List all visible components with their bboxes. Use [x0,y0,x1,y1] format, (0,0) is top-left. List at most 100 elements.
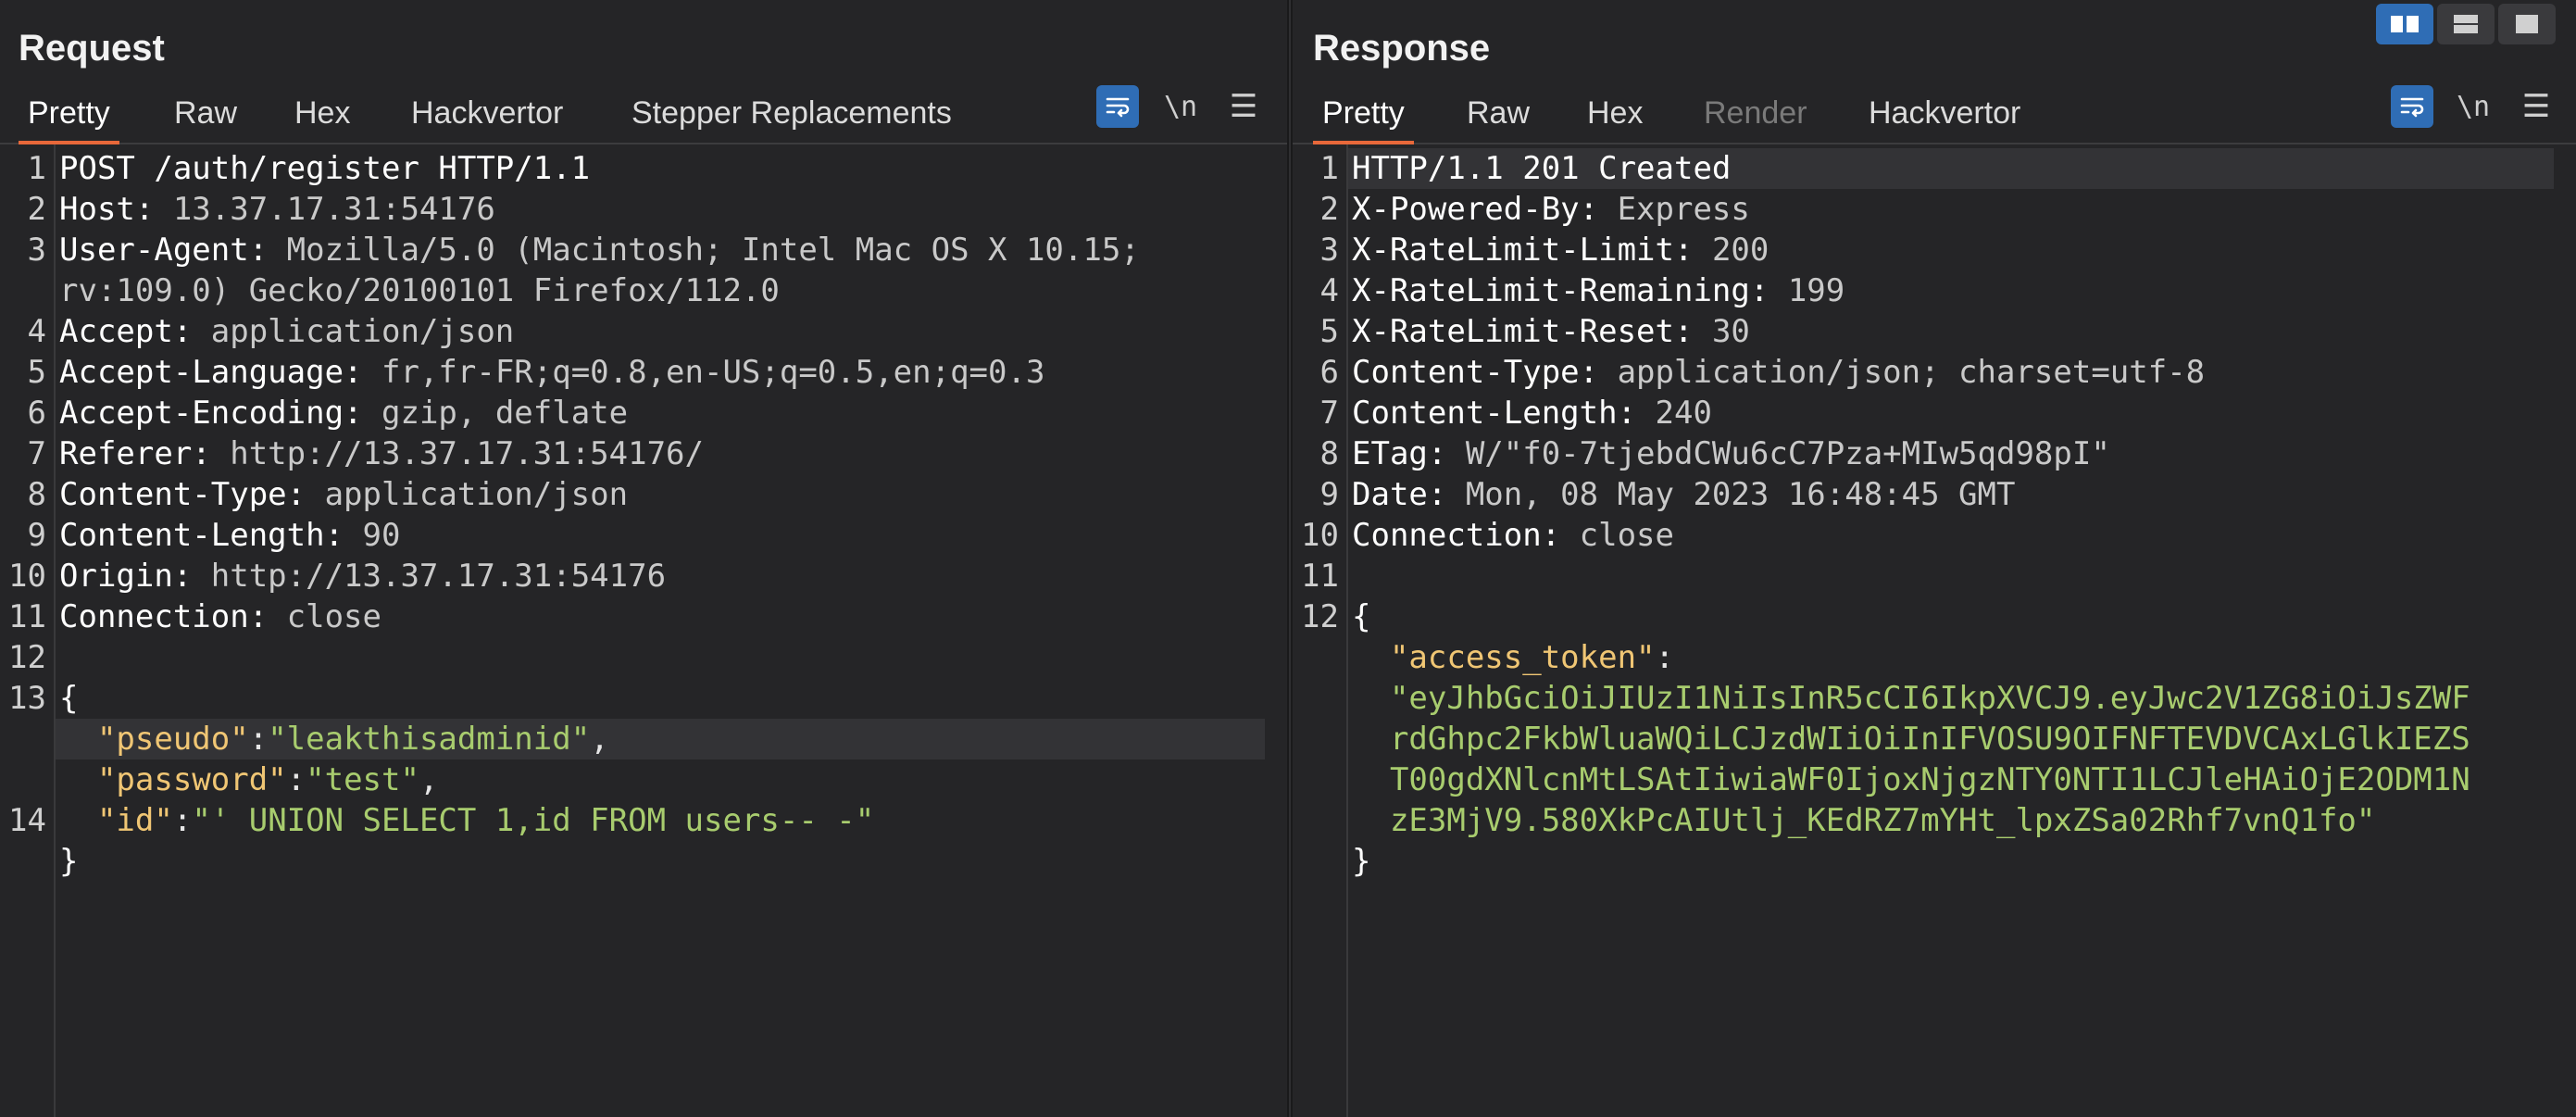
code-line: 2 X-Powered-By: Express [1293,189,2576,230]
code-line: 7 Referer: http://13.37.17.31:54176/ [0,433,1287,474]
code-line: 4 X-RateLimit-Remaining: 199 [1293,270,2576,311]
line-text: "pseudo":"leakthisadminid", [59,719,609,759]
header-name: ETag: [1352,435,1466,472]
code-line: rv:109.0) Gecko/20100101 Firefox/112.0 [0,270,1287,311]
line-text: X-RateLimit-Remaining: 199 [1352,270,1844,311]
response-tab-pretty[interactable]: Pretty [1313,93,1414,144]
line-text: "eyJhbGciOiJIUzI1NiIsInR5cCI6IkpXVCJ9.ey… [1352,678,2470,719]
header-value: Express [1617,191,1750,228]
header-name: } [59,843,79,880]
json-value: T00gdXNlcnMtLSAtIiwiaWF0IjoxNjgzNTY0NTI1… [1352,761,2470,798]
layout-tabs-icon[interactable] [2498,4,2556,44]
line-number: 12 [8,639,46,676]
line-text: { [1352,596,1370,637]
header-name: Origin: [59,558,211,595]
line-text: Origin: http://13.37.17.31:54176 [59,556,666,596]
code-line: 5 X-RateLimit-Reset: 30 [1293,311,2576,352]
line-number: 11 [1301,558,1339,595]
json-punctuation: , [419,761,439,798]
request-editor[interactable]: 1 POST /auth/register HTTP/1.1 2 Host: 13.3… [0,144,1287,1117]
request-menu-icon[interactable]: ☰ [1222,85,1265,128]
code-line: "password":"test", [0,759,1287,800]
line-text: Content-Type: application/json [59,474,628,515]
line-text: X-Powered-By: Express [1352,189,1750,230]
header-value: Mon, 08 May 2023 16:48:45 GMT [1465,476,2016,513]
line-number: 1 [27,150,46,187]
code-line: T00gdXNlcnMtLSAtIiwiaWF0IjoxNjgzNTY0NTI1… [1293,759,2576,800]
line-number: 7 [27,435,46,472]
response-wrap-lines-icon[interactable] [2391,85,2433,128]
line-text: { [59,678,78,719]
line-text: ETag: W/"f0-7tjebdCWu6cC7Pza+MIw5qd98pI" [1352,433,2110,474]
json-value: rdGhpc2FkbWluaWQiLCJzdWIiOiInIFVOSU9OIFN… [1352,721,2470,758]
request-pane: Request Pretty Raw Hex Hackvertor Steppe… [0,0,1287,1117]
line-text: X-RateLimit-Reset: 30 [1352,311,1750,352]
json-key: "pseudo" [59,721,249,758]
header-value: gzip, deflate [381,395,629,432]
header-value: 13.37.17.31:54176 [172,191,495,228]
header-name: X-RateLimit-Reset: [1352,313,1712,350]
line-number: 9 [27,517,46,554]
request-tab-hex[interactable]: Hex [285,93,359,133]
code-line: rdGhpc2FkbWluaWQiLCJzdWIiOiInIFVOSU9OIFN… [1293,719,2576,759]
request-show-newlines-button[interactable]: \n [1159,85,1202,128]
layout-stacked-icon[interactable] [2437,4,2495,44]
response-menu-icon[interactable]: ☰ [2515,85,2557,128]
header-value: 240 [1655,395,1712,432]
code-line: 2 Host: 13.37.17.31:54176 [0,189,1287,230]
header-value: 200 [1711,232,1769,269]
header-value: close [286,598,381,635]
line-text: rv:109.0) Gecko/20100101 Firefox/112.0 [59,270,780,311]
request-tab-raw[interactable]: Raw [165,93,246,133]
line-number: 13 [8,680,46,717]
code-line: 9 Content-Length: 90 [0,515,1287,556]
code-line: "access_token": [1293,637,2576,678]
header-name: { [59,680,79,717]
line-number: 8 [27,476,46,513]
line-number: 14 [8,802,46,839]
header-value: Mozilla/5.0 (Macintosh; Intel Mac OS X 1… [286,232,1140,269]
code-line: } [0,841,1287,882]
response-tab-raw[interactable]: Raw [1457,93,1539,133]
code-line: 10 Origin: http://13.37.17.31:54176 [0,556,1287,596]
header-name: Content-Length: [1352,395,1656,432]
header-name: Accept: [59,313,211,350]
json-separator: : [1655,639,1674,676]
code-line: 12 [0,637,1287,678]
header-value: rv:109.0) Gecko/20100101 Firefox/112.0 [59,272,780,309]
line-text: } [1352,841,1370,882]
layout-side-by-side-icon[interactable] [2376,4,2433,44]
header-value: application/json; charset=utf-8 [1617,354,2206,391]
code-line: 1 HTTP/1.1 201 Created [1293,148,2576,189]
json-value: zE3MjV9.580XkPcAIUtlj_KEdRZ7mYHt_lpxZSa0… [1352,802,2376,839]
response-editor[interactable]: 1 HTTP/1.1 201 Created 2 X-Powered-By: Expr… [1293,144,2576,1117]
response-tab-hex[interactable]: Hex [1578,93,1652,133]
code-line: 11 Connection: close [0,596,1287,637]
header-name: Connection: [1352,517,1580,554]
line-text: "id":"' UNION SELECT 1,id FROM users-- -… [59,800,874,841]
request-wrap-lines-icon[interactable] [1096,85,1139,128]
header-name: X-Powered-By: [1352,191,1618,228]
line-text: Connection: close [1352,515,1674,556]
line-number: 1 [1319,150,1339,187]
line-text: Accept-Encoding: gzip, deflate [59,393,628,433]
header-name: Content-Type: [1352,354,1618,391]
header-name: Content-Length: [59,517,363,554]
request-tab-stepper-replacements[interactable]: Stepper Replacements [622,93,961,133]
header-value: 199 [1787,272,1845,309]
line-text: Host: 13.37.17.31:54176 [59,189,495,230]
response-tab-hackvertor[interactable]: Hackvertor [1859,93,2030,133]
line-text: HTTP/1.1 201 Created [1352,148,1731,189]
request-tab-pretty[interactable]: Pretty [19,93,119,144]
response-show-newlines-button[interactable]: \n [2452,85,2495,128]
response-pane: Response Pretty Raw Hex Render Hackverto… [1293,0,2576,1117]
request-tab-hackvertor[interactable]: Hackvertor [402,93,572,133]
code-line: 3 X-RateLimit-Limit: 200 [1293,230,2576,270]
line-number: 4 [27,313,46,350]
line-number: 2 [27,191,46,228]
request-tabbar: Pretty Raw Hex Hackvertor Stepper Replac… [0,85,1287,144]
line-number: 10 [1301,517,1339,554]
header-name: Host: [59,191,173,228]
line-number: 11 [8,598,46,635]
json-value: "' UNION SELECT 1,id FROM users-- -" [192,802,875,839]
